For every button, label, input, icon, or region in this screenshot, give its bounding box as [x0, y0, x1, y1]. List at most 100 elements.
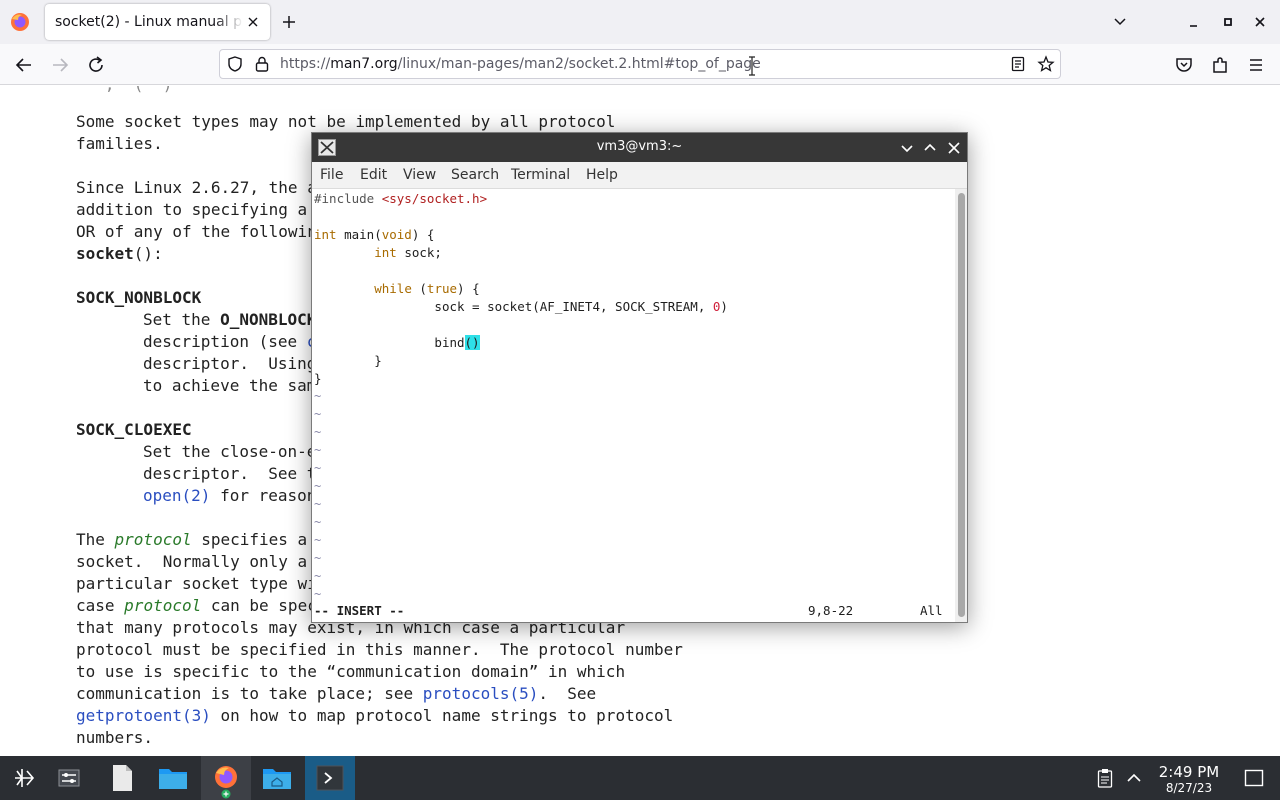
vim-empty-line: ~ [314, 551, 322, 565]
chevron-up-icon[interactable] [921, 139, 939, 157]
minimize-icon[interactable] [1184, 12, 1204, 32]
url-path: /linux/man-pages/man2/socket.2.html#top_… [397, 56, 761, 72]
vim-empty-line: ~ [314, 497, 322, 511]
url-bar[interactable]: https://man7.org/linux/man-pages/man2/so… [219, 49, 1061, 79]
man-link-getprotoent[interactable]: getprotoent(3) [76, 706, 211, 725]
vim-mode-indicator: -- INSERT -- [314, 603, 405, 618]
man-text: . See [538, 684, 597, 703]
menu-terminal[interactable]: Terminal [511, 167, 570, 183]
terminal-titlebar[interactable]: vm3@vm3:~ [312, 133, 967, 162]
code-keyword: void [381, 227, 412, 242]
vim-empty-line: ~ [314, 569, 322, 583]
firefox-logo-icon[interactable] [8, 10, 32, 34]
menu-edit[interactable]: Edit [360, 167, 387, 183]
man-text: Set the [143, 310, 221, 329]
menu-file[interactable]: File [320, 167, 343, 183]
plus-badge-icon [221, 789, 231, 799]
man-text: The [76, 530, 115, 549]
code-line-9: bind() [314, 334, 480, 352]
url-host: man7.org [330, 56, 398, 72]
bookmark-star-icon[interactable] [1037, 55, 1055, 73]
code-text: sock = socket(AF_INET4, SOCK_STREAM, [434, 299, 713, 314]
man-line: getprotoent(3) on how to map protocol na… [76, 705, 673, 727]
man-line: to achieve the sam [143, 376, 317, 395]
new-tab-icon[interactable] [279, 12, 299, 32]
close-window-icon[interactable] [1250, 12, 1270, 32]
man-line: The protocol specifies a [76, 529, 307, 551]
code-line-4: int sock; [314, 244, 442, 262]
taskbar-file-manager[interactable] [148, 756, 198, 800]
shield-icon[interactable] [226, 55, 244, 73]
man-line: case protocol can be spec [76, 595, 317, 617]
browser-nav-bar: https://man7.org/linux/man-pages/man2/so… [0, 44, 1280, 85]
terminal-window[interactable]: vm3@vm3:~ File Edit View Search Terminal… [311, 132, 968, 623]
taskbar-terminal[interactable] [305, 756, 355, 800]
document-icon [113, 765, 132, 791]
app-launcher-icon [15, 769, 35, 787]
vim-empty-line: ~ [314, 533, 322, 547]
lock-icon[interactable] [254, 55, 270, 73]
man-line-partial: ; ( ) [76, 86, 172, 96]
code-text: ) { [457, 281, 480, 296]
tab-title: socket(2) - Linux manual page [55, 14, 243, 30]
clipboard-icon[interactable] [1097, 768, 1113, 788]
menu-search[interactable]: Search [451, 167, 499, 183]
code-text: ( [411, 281, 427, 296]
hamburger-menu-icon[interactable] [1244, 53, 1268, 77]
code-text: sock; [396, 245, 442, 260]
code-text: ) { [411, 227, 435, 242]
man-line: families. [76, 134, 163, 153]
man-line: numbers. [76, 728, 154, 747]
pocket-icon[interactable] [1172, 53, 1196, 77]
vim-empty-line: ~ [314, 389, 322, 403]
man-text: communication is to take place; see [76, 684, 423, 703]
code-line-11: } [314, 371, 322, 386]
code-line-7: sock = socket(AF_INET4, SOCK_STREAM, 0) [314, 298, 728, 316]
man-line: socket(): [76, 243, 163, 265]
code-text: bind [434, 335, 465, 350]
browser-tab-bar: socket(2) - Linux manual page [0, 0, 1280, 44]
menu-help[interactable]: Help [586, 167, 618, 183]
show-desktop-icon[interactable] [1244, 769, 1264, 787]
menu-view[interactable]: View [403, 167, 436, 183]
reload-icon[interactable] [84, 53, 108, 77]
browser-tab-active[interactable]: socket(2) - Linux manual page [45, 4, 270, 40]
chevron-down-icon[interactable] [1110, 12, 1130, 32]
clock-time[interactable]: 2:49 PM [1150, 763, 1228, 781]
taskbar-firefox[interactable] [201, 756, 251, 800]
man-link-open[interactable]: open(2) [143, 486, 210, 505]
taskbar-text-editor[interactable] [97, 756, 147, 800]
man-line: Since Linux 2.6.27, the a [76, 177, 317, 199]
close-tab-icon[interactable] [244, 13, 262, 31]
application-launcher[interactable] [0, 756, 50, 800]
man-param: protocol [124, 596, 202, 615]
man-line: OR of any of the followin [76, 222, 317, 241]
vim-editor[interactable]: #include <sys/socket.h> int main(void) {… [312, 189, 955, 622]
reader-view-icon[interactable] [1009, 55, 1027, 73]
terminal-scrollbar[interactable] [955, 189, 967, 622]
taskbar-pager[interactable] [44, 756, 94, 800]
man-line: to use is specific to the “communication… [76, 662, 626, 681]
text-cursor-icon [749, 56, 755, 76]
man-link-protocols[interactable]: protocols(5) [423, 684, 539, 703]
maximize-icon[interactable] [1218, 12, 1238, 32]
forward-arrow-icon[interactable] [48, 53, 72, 77]
extensions-icon[interactable] [1208, 53, 1232, 77]
clock-date[interactable]: 8/27/23 [1150, 781, 1228, 795]
url-text[interactable]: https://man7.org/linux/man-pages/man2/so… [280, 56, 761, 72]
code-header: <sys/socket.h> [381, 191, 488, 206]
back-arrow-icon[interactable] [12, 53, 36, 77]
scrollbar-thumb[interactable] [958, 193, 965, 617]
code-line-1: #include <sys/socket.h> [314, 190, 487, 208]
taskbar-home-folder[interactable] [252, 756, 302, 800]
man-text: (): [133, 244, 163, 263]
chevron-down-icon[interactable] [898, 139, 916, 157]
settings-sliders-icon [58, 769, 80, 787]
close-icon[interactable] [945, 139, 963, 157]
man-line: protocol must be specified in this manne… [76, 640, 683, 659]
chevron-up-icon[interactable] [1125, 769, 1143, 787]
